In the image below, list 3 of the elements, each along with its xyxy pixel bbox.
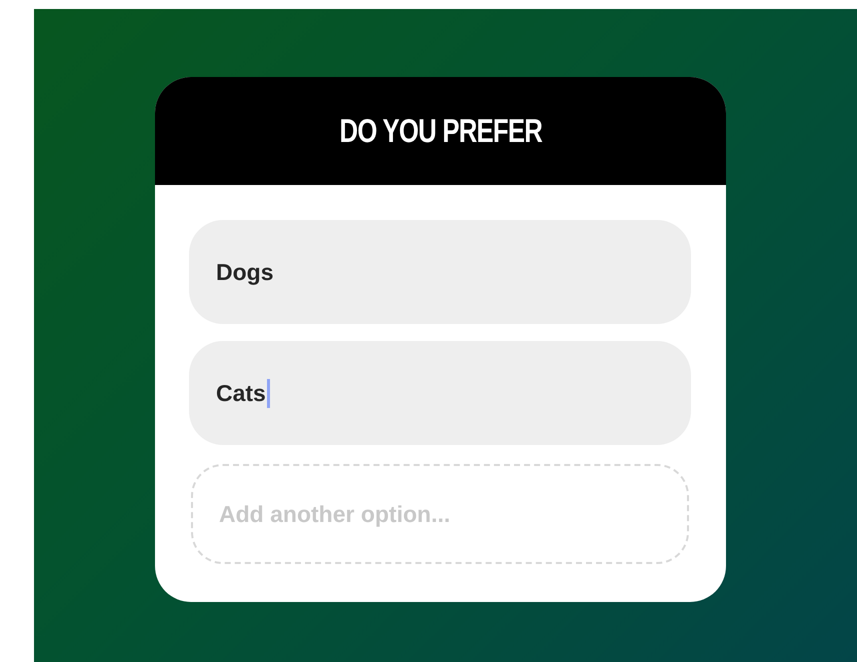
poll-title: DO YOU PREFER [339,112,542,150]
option-field[interactable]: Cats [189,341,691,445]
option-field[interactable]: Dogs [189,220,691,324]
